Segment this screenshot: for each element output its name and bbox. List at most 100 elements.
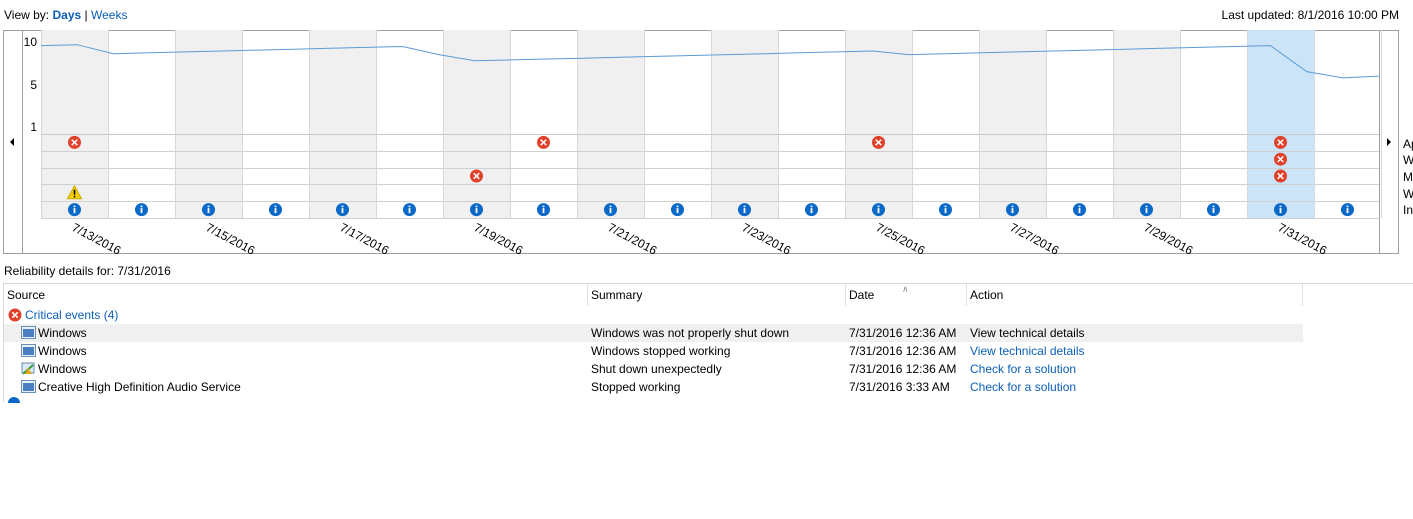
column-header-summary[interactable]: Summary	[588, 284, 846, 306]
window-icon	[21, 326, 36, 339]
table-row[interactable]: Windows Windows was not properly shut dow…	[4, 324, 1303, 342]
info-event-icon-bar	[609, 208, 612, 214]
window-icon	[21, 344, 36, 357]
info-event-icon-dot	[609, 205, 612, 208]
info-event-icon-bar	[877, 208, 880, 214]
info-event-icon-bar	[1212, 208, 1215, 214]
info-event-icon-dot	[1279, 205, 1282, 208]
warning-event-icon-dot	[73, 195, 76, 198]
column-header-source[interactable]: Source	[4, 284, 588, 306]
info-event-icon-bar	[207, 208, 210, 214]
info-event-icon-bar	[1145, 208, 1148, 214]
row-summary: Windows was not properly shut down	[591, 326, 790, 340]
row-label-windows-failures: W	[1403, 153, 1413, 167]
warning-event-icon-mark	[73, 189, 76, 195]
y-tick-label: 1	[30, 120, 37, 134]
info-event-icon-dot	[140, 205, 143, 208]
weekend-column-shade	[309, 30, 376, 218]
info-event-icon-bar	[676, 208, 679, 214]
info-event-icon-dot	[944, 205, 947, 208]
y-tick-label: 10	[24, 35, 38, 49]
next-group-icon	[8, 397, 20, 403]
column-header-action[interactable]: Action	[967, 284, 1303, 306]
info-event-icon-bar	[274, 208, 277, 214]
info-event-icon-dot	[542, 205, 545, 208]
row-action-link[interactable]: Check for a solution	[970, 360, 1076, 378]
weekend-column-shade	[979, 30, 1046, 218]
weekend-column-shade	[1113, 30, 1180, 218]
info-event-icon-bar	[1279, 208, 1282, 214]
info-event-icon-dot	[274, 205, 277, 208]
row-date: 7/31/2016 12:36 AM	[849, 326, 957, 340]
info-event-icon-bar	[1078, 208, 1081, 214]
shutdown-icon	[21, 362, 35, 375]
row-date: 7/31/2016 12:36 AM	[849, 344, 957, 358]
info-event-icon-bar	[542, 208, 545, 214]
table-row[interactable]: Windows Shut down unexpectedly 7/31/2016 1…	[4, 360, 1303, 378]
row-date: 7/31/2016 3:33 AM	[849, 380, 950, 394]
critical-events-label: Critical events (4)	[25, 308, 119, 322]
info-event-icon-bar	[944, 208, 947, 214]
view-by-label: View by:	[4, 8, 50, 22]
info-event-icon-bar	[743, 208, 746, 214]
table-row[interactable]: Creative High Definition Audio Service St…	[4, 378, 1303, 396]
reliability-chart[interactable]: 10 5 1 7/13/2016 7/15/2016 7/17/2016 7/19/2016…	[3, 30, 1399, 254]
info-event-icon-dot	[743, 205, 746, 208]
info-event-icon-dot	[73, 205, 76, 208]
row-source: Windows	[38, 326, 87, 340]
last-updated-text: Last updated: 8/1/2016 10:00 PM	[1221, 8, 1399, 22]
row-label-information: In	[1403, 203, 1413, 217]
row-summary: Windows stopped working	[591, 344, 731, 358]
row-label-warnings: W	[1403, 187, 1413, 201]
info-event-icon-dot	[877, 205, 880, 208]
info-event-icon-dot	[207, 205, 210, 208]
view-weeks-link[interactable]: Weeks	[91, 8, 127, 22]
row-source: Creative High Definition Audio Service	[38, 380, 241, 394]
row-action-link[interactable]: View technical details	[970, 324, 1085, 342]
selected-day-column[interactable]	[1247, 30, 1314, 218]
row-summary: Shut down unexpectedly	[591, 362, 722, 376]
critical-error-icon	[8, 308, 22, 322]
info-event-icon-dot	[810, 205, 813, 208]
table-row[interactable]: Windows Windows stopped working 7/31/2016 …	[4, 342, 1303, 360]
weekend-column-shade	[443, 30, 510, 218]
column-header-date-label: Date	[849, 288, 875, 302]
info-event-icon-bar	[408, 208, 411, 214]
row-summary: Stopped working	[591, 380, 681, 394]
info-event-icon-dot	[1145, 205, 1148, 208]
column-header-date[interactable]: Date ∧	[846, 284, 967, 306]
row-source: Windows	[38, 362, 87, 376]
view-days-link[interactable]: Days	[52, 8, 81, 22]
info-event-icon-dot	[1346, 205, 1349, 208]
row-action-link[interactable]: View technical details	[970, 342, 1085, 360]
info-event-icon-dot	[475, 205, 478, 208]
info-event-icon-bar	[475, 208, 478, 214]
weekend-column-shade	[175, 30, 242, 218]
weekend-column-shade	[711, 30, 778, 218]
row-date: 7/31/2016 12:36 AM	[849, 362, 957, 376]
info-event-icon-dot	[1011, 205, 1014, 208]
row-label-misc-failures: M	[1403, 170, 1413, 184]
info-event-icon-dot	[341, 205, 344, 208]
info-event-icon-dot	[408, 205, 411, 208]
info-event-icon-bar	[341, 208, 344, 214]
view-by-selector: View by: Days | Weeks	[4, 8, 127, 22]
y-tick-label: 5	[30, 78, 37, 92]
reliability-chart-svg: 10517/13/2016 7/15/2016 7/17/2016 7/19/2016…	[3, 30, 1399, 254]
info-event-icon-bar	[1346, 208, 1349, 214]
view-separator: |	[84, 8, 88, 22]
info-event-icon-dot	[1212, 205, 1215, 208]
info-event-icon-bar	[810, 208, 813, 214]
info-event-icon-bar	[140, 208, 143, 214]
weekend-column-shade	[845, 30, 912, 218]
sort-ascending-icon: ∧	[902, 284, 909, 294]
info-event-icon-bar	[1011, 208, 1014, 214]
info-event-icon-dot	[676, 205, 679, 208]
reliability-details-title: Reliability details for: 7/31/2016	[4, 264, 171, 278]
info-event-icon-bar	[73, 208, 76, 214]
info-event-icon-dot	[1078, 205, 1081, 208]
row-action-link[interactable]: Check for a solution	[970, 378, 1076, 396]
row-label-applications: Ap	[1403, 137, 1413, 151]
details-table: Source Summary Date ∧ Action Critical ev…	[3, 283, 1413, 403]
row-source: Windows	[38, 344, 87, 358]
